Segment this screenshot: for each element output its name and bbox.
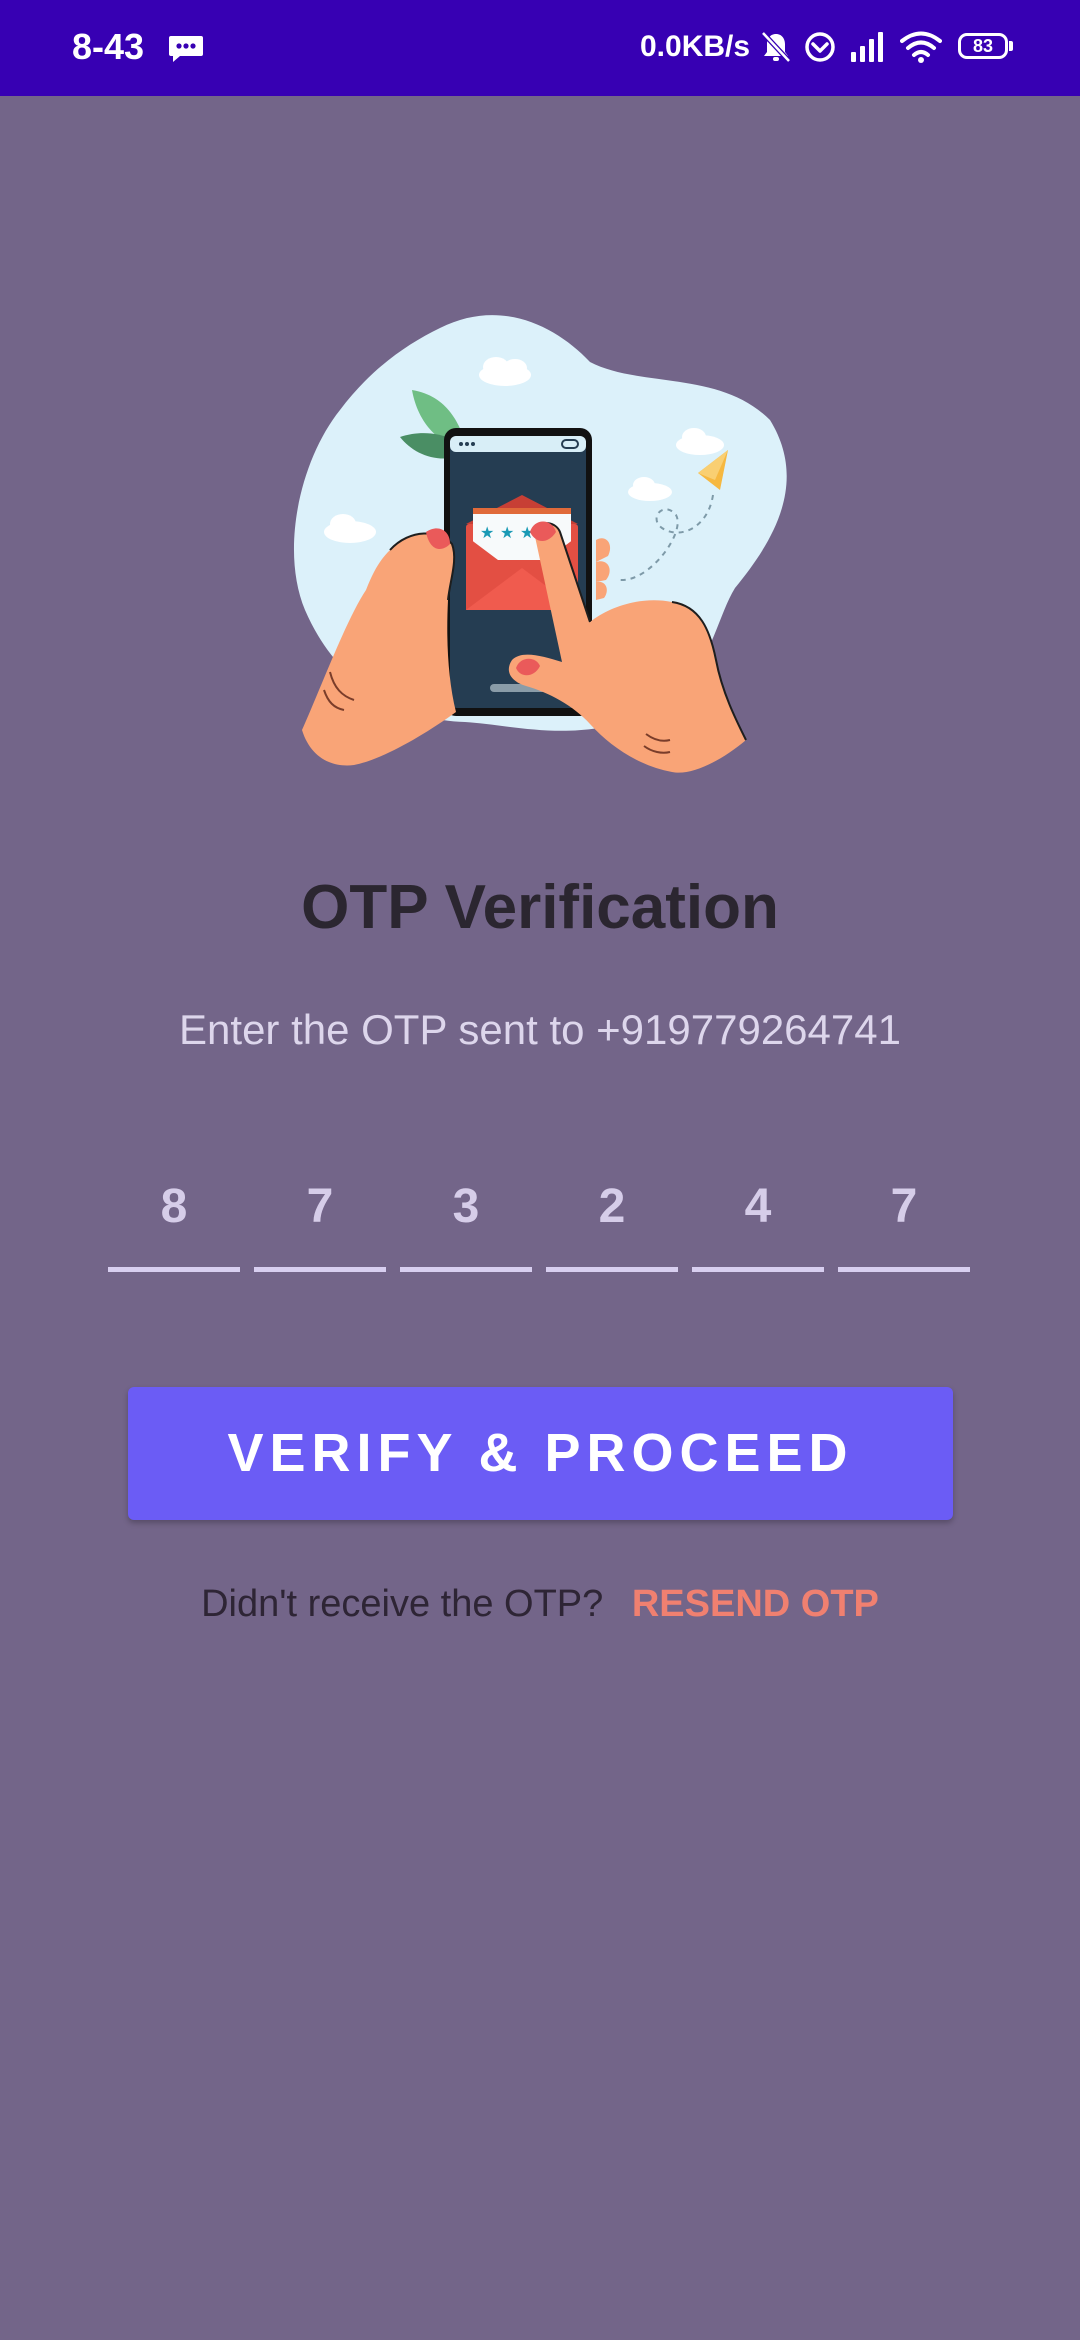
otp-digit-5[interactable]: 4 [692, 1168, 824, 1272]
mute-icon [761, 31, 791, 63]
otp-digit-2[interactable]: 7 [254, 1168, 386, 1272]
otp-input-row: 8 7 3 2 4 7 [108, 1168, 972, 1272]
resend-question: Didn't receive the OTP? [201, 1583, 604, 1625]
sync-icon [805, 32, 835, 62]
otp-digit-1[interactable]: 8 [108, 1168, 240, 1272]
status-time: 8-43 [72, 26, 145, 67]
battery-level: 83 [972, 36, 994, 56]
otp-digit-4[interactable]: 2 [546, 1168, 678, 1272]
resend-otp-link[interactable]: RESEND OTP [632, 1583, 879, 1625]
network-speed: 0.0KB/s [640, 30, 751, 63]
svg-text:★: ★ [500, 523, 514, 542]
wifi-icon [900, 31, 942, 63]
battery-tip [1009, 41, 1013, 51]
signal-icon [851, 32, 883, 62]
battery-icon: 83 [958, 33, 1008, 59]
status-bar: 8-43 0.0KB/s 83 [0, 0, 1080, 96]
verify-proceed-button[interactable]: VERIFY & PROCEED [128, 1387, 953, 1520]
phone-otp-illustration: ★ ★ ★ ★ [293, 315, 787, 773]
page-title: OTP Verification [301, 873, 779, 942]
svg-text:★: ★ [480, 523, 494, 542]
message-icon [169, 36, 203, 62]
otp-digit-6[interactable]: 7 [838, 1168, 970, 1272]
otp-digit-3[interactable]: 3 [400, 1168, 532, 1272]
resend-row: Didn't receive the OTP? RESEND OTP [0, 1583, 1080, 1626]
otp-subtitle: Enter the OTP sent to +919779264741 [179, 1006, 901, 1053]
